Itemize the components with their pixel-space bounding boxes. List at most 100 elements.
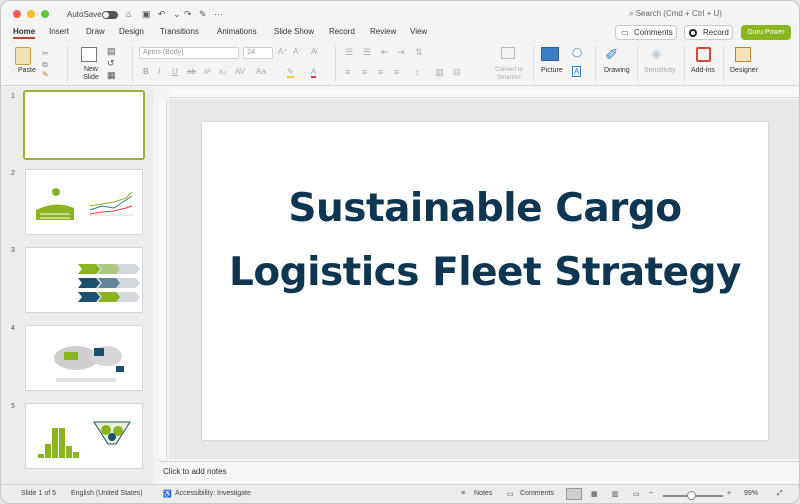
highlight-icon[interactable]: ✎ [287,67,294,78]
decrease-font-icon[interactable]: A⁻ [293,47,303,56]
justify-icon[interactable]: ≡ [394,67,399,77]
home-icon[interactable]: ⌂ [126,9,131,19]
format-painter-icon[interactable]: ✎ [199,9,207,20]
slide-sorter-icon[interactable]: ▦ [591,490,598,498]
thumbnail-slide-3[interactable] [25,247,143,313]
reading-view-icon[interactable]: ▥ [612,490,619,498]
tab-review[interactable]: Review [370,27,396,36]
fit-slide-icon[interactable]: ⤢ [777,490,783,498]
tab-design[interactable]: Design [119,27,144,36]
text-direction-icon[interactable]: ⇅ [415,47,423,58]
slide-thumbnail-panel: 1 2 3 4 5 [1,87,153,485]
tab-draw[interactable]: Draw [86,27,105,36]
numbering-icon[interactable]: ☰ [363,47,371,58]
underline-icon[interactable]: U [172,67,178,76]
smartart-icon[interactable] [501,47,515,59]
comments-toggle[interactable]: Comments [520,490,554,497]
notes-toggle[interactable]: Notes [474,490,492,497]
tab-slideshow[interactable]: Slide Show [274,27,314,36]
thumbnail-slide-5[interactable] [25,403,143,469]
columns-icon[interactable]: ▥ [435,67,444,78]
layout-icon[interactable]: ▤ [107,46,116,57]
char-spacing-icon[interactable]: AV [235,67,245,76]
thumbnail-number: 4 [11,325,15,332]
comment-status-icon[interactable]: ▭ [507,490,514,498]
section-icon[interactable]: ▦ [107,70,116,81]
font-family-select[interactable]: Aptos (Body) [139,47,239,59]
notes-pane[interactable]: Click to add notes [159,461,799,483]
italic-icon[interactable]: I [158,67,160,76]
language-status[interactable]: English (United States) [71,490,143,497]
align-right-icon[interactable]: ≡ [378,67,383,77]
superscript-icon[interactable]: x² [204,67,211,76]
paste-icon[interactable] [15,47,31,65]
align-left-icon[interactable]: ≡ [345,67,350,77]
tab-insert[interactable]: Insert [49,27,69,36]
drawing-icon[interactable]: ✐ [605,45,618,65]
increase-indent-icon[interactable]: ⇥ [397,47,405,58]
thumbnail-graphic [78,264,140,302]
tab-record[interactable]: Record [329,27,355,36]
autosave-toggle[interactable] [102,11,118,19]
new-slide-label: New Slide [83,66,99,81]
tab-animations[interactable]: Animations [217,27,257,36]
status-bar: Slide 1 of 5 English (United States) ♿ A… [1,484,799,503]
cut-icon[interactable]: ✂ [42,49,49,58]
slide-title[interactable]: Sustainable Cargo Logistics Fleet Strate… [202,177,768,305]
change-case-icon[interactable]: Aa [256,67,266,76]
zoom-in-icon[interactable]: + [727,490,731,497]
thumbnail-slide-1[interactable] [23,90,145,160]
tab-home[interactable]: Home [13,27,35,36]
more-icon[interactable]: ··· [214,9,223,19]
shapes-icon[interactable]: ◯ [572,47,582,58]
bullets-icon[interactable]: ☰ [345,47,353,58]
format-brush-icon[interactable]: ✎ [42,70,49,79]
ribbon-separator [335,46,336,82]
slideshow-icon[interactable]: ▭ [633,490,640,498]
textbox-icon[interactable]: A [572,66,582,77]
tab-view[interactable]: View [410,27,427,36]
normal-view-icon[interactable] [566,488,582,500]
subscript-icon[interactable]: x₂ [219,67,226,76]
new-slide-icon[interactable] [81,47,97,62]
line-spacing-icon[interactable]: ↕ [415,67,420,77]
sensitivity-icon[interactable]: ◈ [651,45,662,62]
slide-1[interactable]: Sustainable Cargo Logistics Fleet Strate… [202,122,768,440]
picture-icon[interactable] [541,47,559,61]
copy-icon[interactable]: ⧉ [42,60,48,70]
tab-transitions[interactable]: Transitions [160,27,199,36]
zoom-level[interactable]: 99% [744,490,758,497]
clear-format-icon[interactable]: A̸ [311,47,316,56]
reset-icon[interactable]: ↺ [107,58,115,69]
search-field[interactable]: ⌕ Search (Cmd + Ctrl + U) [629,9,722,19]
guru-power-button[interactable]: Guru Power [741,25,791,40]
designer-icon[interactable] [735,47,751,62]
font-size-select[interactable]: 24 [243,47,273,59]
minimize-window-button[interactable] [27,10,35,18]
redo-icon[interactable]: ↷ [184,9,192,20]
notes-icon[interactable]: ≡ [461,490,465,497]
strikethrough-icon[interactable]: ab [187,67,196,76]
align-text-icon[interactable]: ⊟ [453,67,461,78]
addins-icon[interactable] [696,47,711,62]
thumbnail-slide-4[interactable] [25,325,143,391]
comments-button[interactable]: ▭ Comments [615,25,677,40]
zoom-out-icon[interactable]: − [649,490,653,497]
record-button[interactable]: Record [684,25,733,40]
ribbon-toolbar: Paste ✂ ⧉ ✎ New Slide ▤ ↺ ▦ Aptos (Body)… [1,42,799,86]
accessibility-status[interactable]: Accessibility: Investigate [175,490,251,497]
undo-dropdown-icon[interactable]: ⌄ [173,9,181,20]
increase-font-icon[interactable]: A⁺ [278,47,288,56]
save-icon[interactable]: ▣ [142,9,151,20]
decrease-indent-icon[interactable]: ⇤ [381,47,389,58]
thumbnail-slide-2[interactable] [25,169,143,235]
font-color-icon[interactable]: A [311,67,317,78]
close-window-button[interactable] [13,10,21,18]
align-center-icon[interactable]: ≡ [362,67,367,77]
zoom-window-button[interactable] [41,10,49,18]
bold-icon[interactable]: B [143,67,149,76]
zoom-slider-handle[interactable] [687,491,696,500]
undo-icon[interactable]: ↶ [158,9,166,20]
picture-label: Picture [541,67,563,74]
accessibility-icon[interactable]: ♿ [163,490,172,498]
